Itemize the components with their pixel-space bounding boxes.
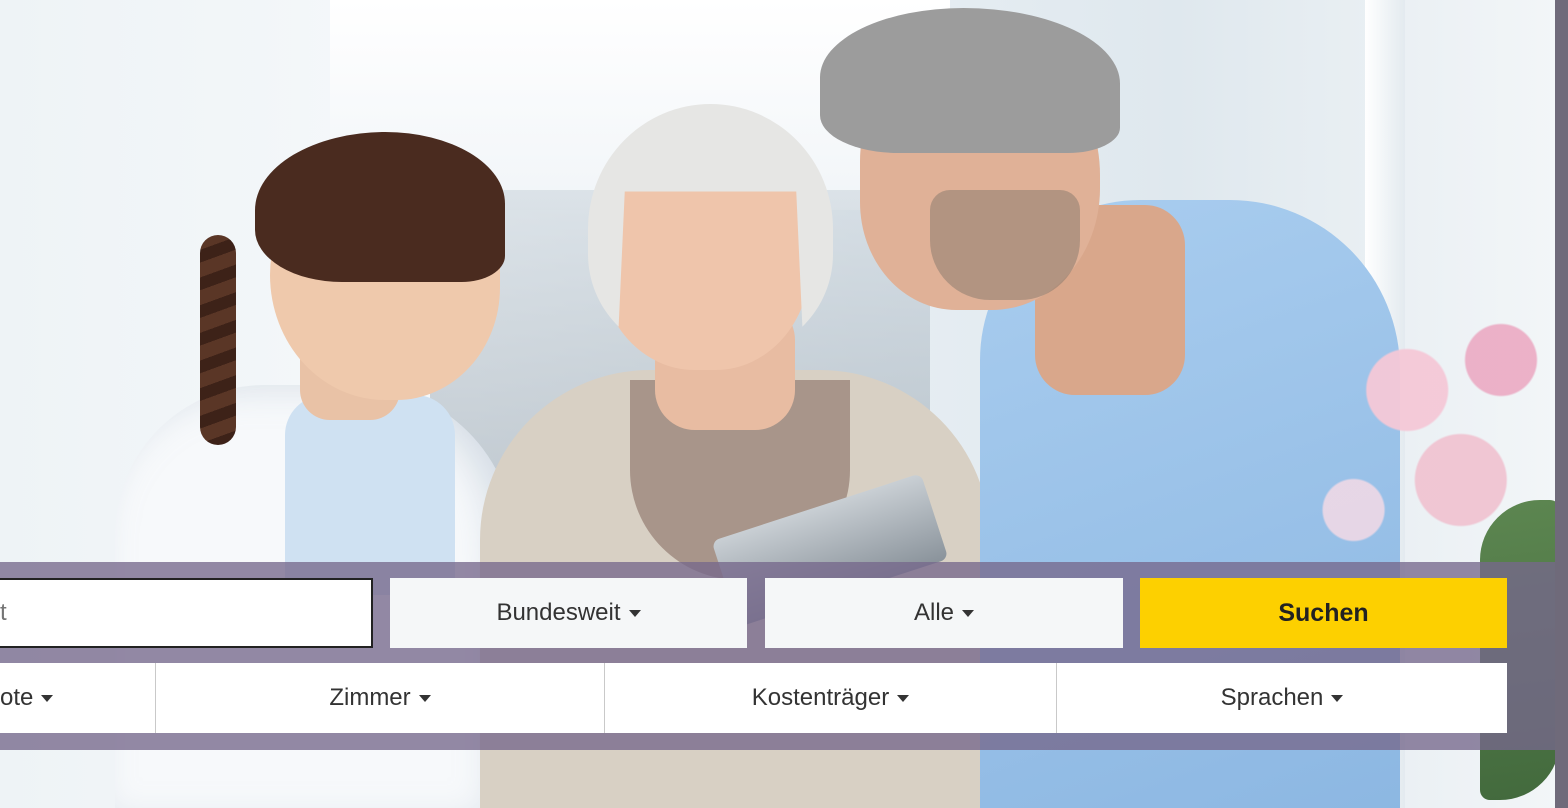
- caret-down-icon: [418, 694, 431, 702]
- caret-down-icon: [628, 609, 641, 617]
- caret-down-icon: [962, 609, 975, 617]
- doctor-hair: [820, 8, 1120, 153]
- filter-label: Kostenträger: [751, 684, 890, 711]
- page-edge: [1555, 0, 1568, 808]
- caret-down-icon: [897, 694, 910, 702]
- search-input[interactable]: [0, 578, 373, 648]
- filter-label: ote: [0, 684, 34, 711]
- filter-sprachen[interactable]: Sprachen: [1057, 663, 1507, 733]
- caret-down-icon: [1331, 694, 1344, 702]
- region-dropdown-label: Bundesweit: [496, 599, 621, 626]
- region-dropdown[interactable]: Bundesweit: [390, 578, 747, 648]
- search-button[interactable]: Suchen: [1140, 578, 1507, 648]
- type-dropdown-label: Alle: [913, 599, 955, 626]
- filter-kostentraeger[interactable]: Kostenträger: [605, 663, 1057, 733]
- caret-down-icon: [41, 694, 54, 702]
- filter-zimmer[interactable]: Zimmer: [156, 663, 605, 733]
- filter-label: Sprachen: [1220, 684, 1324, 711]
- doctor-beard: [930, 190, 1080, 300]
- filter-angebote[interactable]: ote: [0, 663, 156, 733]
- filter-label: Zimmer: [329, 684, 411, 711]
- nurse-hair: [255, 132, 505, 282]
- type-dropdown[interactable]: Alle: [765, 578, 1123, 648]
- nurse-braid: [200, 235, 236, 445]
- filter-bar: ote Zimmer Kostenträger Sprachen: [0, 663, 1507, 733]
- filter-row: ote Zimmer Kostenträger Sprachen: [0, 663, 1507, 733]
- search-row: Bundesweit Alle Suchen: [0, 578, 1507, 648]
